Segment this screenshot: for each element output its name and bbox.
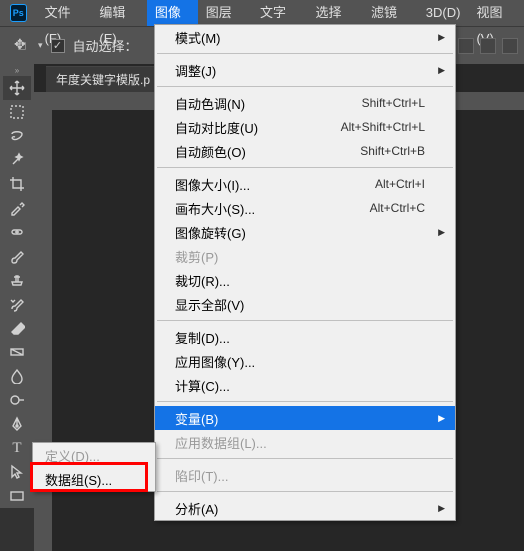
menu-item-label: 分析(A) <box>175 499 218 518</box>
menu-shortcut: Alt+Ctrl+C <box>370 201 425 215</box>
menu-view[interactable]: 视图(V) <box>468 0 524 26</box>
menu-analysis[interactable]: 分析(A) <box>155 496 455 520</box>
menu-item-label: 调整(J) <box>175 61 216 80</box>
menu-type[interactable]: 文字(Y) <box>252 0 308 26</box>
menu-crop: 裁剪(P) <box>155 244 455 268</box>
menu-item-label: 自动色调(N) <box>175 94 245 113</box>
type-tool[interactable]: T <box>3 436 31 460</box>
menu-adjustments[interactable]: 调整(J) <box>155 58 455 82</box>
menu-auto-tone[interactable]: 自动色调(N) Shift+Ctrl+L <box>155 91 455 115</box>
align-icons-group <box>458 38 524 54</box>
menu-separator <box>157 458 453 459</box>
menu-variables[interactable]: 变量(B) <box>155 406 455 430</box>
menu-item-label: 图像旋转(G) <box>175 223 246 242</box>
lasso-tool[interactable] <box>3 124 31 148</box>
menu-item-label: 模式(M) <box>175 28 221 47</box>
menu-calculations[interactable]: 计算(C)... <box>155 373 455 397</box>
menu-image-rotation[interactable]: 图像旋转(G) <box>155 220 455 244</box>
menu-item-label: 定义(D)... <box>45 446 100 465</box>
menu-mode[interactable]: 模式(M) <box>155 25 455 49</box>
menu-item-label: 复制(D)... <box>175 328 230 347</box>
menu-item-label: 图像大小(I)... <box>175 175 250 194</box>
menu-item-label: 变量(B) <box>175 409 218 428</box>
align-icon[interactable] <box>458 38 474 54</box>
tool-preset-chevron-icon[interactable]: ▾ <box>38 40 43 51</box>
eraser-tool[interactable] <box>3 316 31 340</box>
blur-tool[interactable] <box>3 364 31 388</box>
ps-logo: Ps <box>10 4 27 22</box>
history-brush-tool[interactable] <box>3 292 31 316</box>
toolbox-grip-icon[interactable]: » <box>0 66 34 76</box>
menu-item-label: 自动对比度(U) <box>175 118 258 137</box>
menu-separator <box>157 86 453 87</box>
menu-image[interactable]: 图像(I) <box>147 0 198 26</box>
menu-item-label: 显示全部(V) <box>175 295 244 314</box>
auto-select-checkbox[interactable]: ✓ <box>51 39 65 53</box>
menu-filter[interactable]: 滤镜(T) <box>363 0 418 26</box>
toolbox: » T <box>0 62 34 508</box>
eyedropper-tool[interactable] <box>3 196 31 220</box>
brush-tool[interactable] <box>3 244 31 268</box>
menu-reveal-all[interactable]: 显示全部(V) <box>155 292 455 316</box>
menu-separator <box>157 167 453 168</box>
menu-apply-data-set: 应用数据组(L)... <box>155 430 455 454</box>
menu-trim[interactable]: 裁切(R)... <box>155 268 455 292</box>
menu-image-size[interactable]: 图像大小(I)... Alt+Ctrl+I <box>155 172 455 196</box>
menu-separator <box>157 53 453 54</box>
menu-item-label: 数据组(S)... <box>45 470 112 489</box>
document-tab[interactable]: 年度关键字模版.p <box>46 66 160 92</box>
menu-item-label: 应用数据组(L)... <box>175 433 267 452</box>
menu-item-label: 自动颜色(O) <box>175 142 246 161</box>
menu-layer[interactable]: 图层(L) <box>198 0 252 26</box>
menu-select[interactable]: 选择(S) <box>307 0 363 26</box>
menu-separator <box>157 491 453 492</box>
dodge-tool[interactable] <box>3 388 31 412</box>
menubar: Ps 文件(F) 编辑(E) 图像(I) 图层(L) 文字(Y) 选择(S) 滤… <box>0 0 524 26</box>
menu-trap: 陷印(T)... <box>155 463 455 487</box>
menu-3d[interactable]: 3D(D) <box>418 0 469 26</box>
clone-stamp-tool[interactable] <box>3 268 31 292</box>
path-selection-tool[interactable] <box>3 460 31 484</box>
menu-item-label: 裁剪(P) <box>175 247 218 266</box>
menu-shortcut: Alt+Ctrl+I <box>375 177 425 191</box>
menu-file[interactable]: 文件(F) <box>37 0 92 26</box>
magic-wand-tool[interactable] <box>3 148 31 172</box>
menu-edit[interactable]: 编辑(E) <box>91 0 147 26</box>
menu-item-label: 应用图像(Y)... <box>175 352 255 371</box>
gradient-tool[interactable] <box>3 340 31 364</box>
menu-auto-contrast[interactable]: 自动对比度(U) Alt+Shift+Ctrl+L <box>155 115 455 139</box>
menu-duplicate[interactable]: 复制(D)... <box>155 325 455 349</box>
crop-tool[interactable] <box>3 172 31 196</box>
move-tool[interactable] <box>3 76 31 100</box>
healing-brush-tool[interactable] <box>3 220 31 244</box>
menu-auto-color[interactable]: 自动颜色(O) Shift+Ctrl+B <box>155 139 455 163</box>
move-tool-icon <box>14 38 30 54</box>
rectangle-tool[interactable] <box>3 484 31 508</box>
marquee-tool[interactable] <box>3 100 31 124</box>
menu-shortcut: Shift+Ctrl+B <box>360 144 425 158</box>
auto-select-label: 自动选择： <box>73 36 138 55</box>
variables-submenu: 定义(D)... 数据组(S)... <box>32 442 156 492</box>
submenu-data-sets[interactable]: 数据组(S)... <box>33 467 155 491</box>
menu-separator <box>157 401 453 402</box>
submenu-define: 定义(D)... <box>33 443 155 467</box>
menu-apply-image[interactable]: 应用图像(Y)... <box>155 349 455 373</box>
menu-canvas-size[interactable]: 画布大小(S)... Alt+Ctrl+C <box>155 196 455 220</box>
image-menu-dropdown: 模式(M) 调整(J) 自动色调(N) Shift+Ctrl+L 自动对比度(U)… <box>154 24 456 521</box>
menu-separator <box>157 320 453 321</box>
menu-item-label: 陷印(T)... <box>175 466 228 485</box>
align-icon[interactable] <box>502 38 518 54</box>
menu-shortcut: Shift+Ctrl+L <box>362 96 425 110</box>
align-icon[interactable] <box>480 38 496 54</box>
menu-item-label: 裁切(R)... <box>175 271 230 290</box>
menu-item-label: 画布大小(S)... <box>175 199 255 218</box>
menu-item-label: 计算(C)... <box>175 376 230 395</box>
menu-shortcut: Alt+Shift+Ctrl+L <box>341 120 425 134</box>
pen-tool[interactable] <box>3 412 31 436</box>
